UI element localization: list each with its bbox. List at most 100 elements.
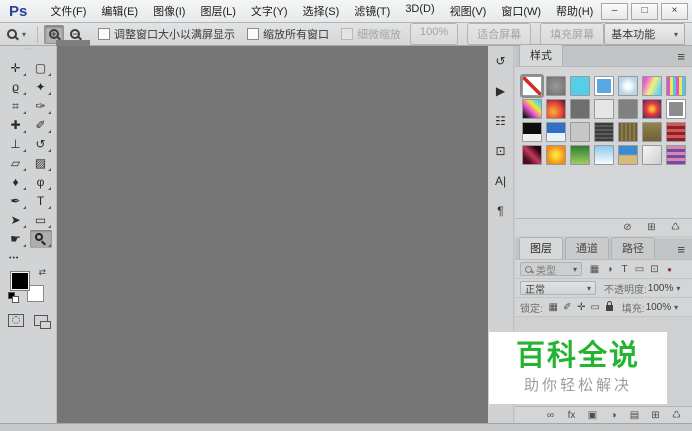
clear-style-button[interactable]: ⊘ (621, 221, 634, 235)
style-none[interactable] (520, 74, 544, 98)
style-swatch[interactable] (570, 76, 590, 96)
tab-paths[interactable]: 路径 (611, 237, 655, 259)
filter-type-layers-icon[interactable]: T (618, 262, 631, 276)
fill-screen-button[interactable]: 填充屏幕 (540, 23, 605, 45)
blur-tool[interactable]: ♦ (5, 173, 27, 191)
brush-tool[interactable]: ✐ (30, 116, 52, 134)
zoom-all-windows-checkbox[interactable]: 缩放所有窗口 (247, 26, 329, 42)
style-swatch[interactable] (618, 99, 638, 119)
lock-position-icon[interactable]: ✛ (575, 300, 588, 314)
new-group-icon[interactable]: ▤ (628, 409, 641, 423)
style-swatch[interactable] (546, 99, 566, 119)
style-swatch[interactable] (546, 76, 566, 96)
new-layer-icon[interactable]: ⊞ (649, 409, 662, 423)
maximize-button[interactable]: □ (631, 2, 658, 20)
delete-style-button[interactable]: ♺ (669, 221, 682, 235)
tab-channels[interactable]: 通道 (565, 237, 609, 259)
tool-preset-picker[interactable] (7, 29, 32, 39)
edit-toolbar-button[interactable]: ••• (9, 255, 56, 262)
style-swatch[interactable] (642, 99, 662, 119)
eyedropper-tool[interactable]: ✑ (30, 97, 52, 115)
panel-menu-icon[interactable]: ≡ (670, 49, 692, 66)
lasso-tool[interactable]: ϱ (5, 78, 27, 96)
type-tool[interactable]: T (30, 192, 52, 210)
menu-help[interactable]: 帮助(H) (549, 1, 600, 21)
character-panel-icon[interactable]: A| (491, 172, 511, 189)
style-swatch[interactable] (570, 99, 590, 119)
style-swatch[interactable] (594, 145, 614, 165)
style-swatch[interactable] (618, 145, 638, 165)
style-swatch[interactable] (594, 99, 614, 119)
clone-source-panel-icon[interactable]: ⊡ (491, 142, 511, 159)
adjustments-panel-icon[interactable]: ☷ (491, 112, 511, 129)
checkbox-box[interactable] (341, 28, 354, 40)
style-swatch[interactable] (594, 76, 614, 96)
menu-filter[interactable]: 滤镜(T) (347, 1, 397, 21)
lock-artboard-icon[interactable]: ▭ (589, 300, 602, 314)
lock-transparency-icon[interactable]: ▦ (547, 300, 560, 314)
link-layers-icon[interactable]: ∞ (544, 409, 557, 423)
zoom-tool[interactable] (29, 230, 52, 248)
background-color-swatch[interactable] (27, 285, 44, 302)
menu-view[interactable]: 视图(V) (443, 1, 494, 21)
menu-type[interactable]: 文字(Y) (244, 1, 295, 21)
tab-layers[interactable]: 图层 (519, 237, 563, 259)
zoom-100-button[interactable]: 100% (410, 23, 459, 45)
gradient-tool[interactable]: ▨ (30, 154, 52, 172)
style-swatch[interactable] (642, 76, 662, 96)
healing-brush-tool[interactable]: ✚ (5, 116, 27, 134)
foreground-color-swatch[interactable] (11, 272, 29, 290)
clone-stamp-tool[interactable]: ⊥ (5, 135, 27, 153)
filter-adjustment-layers-icon[interactable]: ◑ (603, 262, 616, 276)
history-brush-tool[interactable]: ↺ (30, 135, 52, 153)
swap-colors-icon[interactable]: ⇄ (38, 267, 46, 278)
style-swatch[interactable] (666, 99, 686, 119)
style-swatch[interactable] (642, 145, 662, 165)
lock-paint-icon[interactable]: ✐ (561, 300, 574, 314)
new-style-button[interactable]: ⊞ (645, 221, 658, 235)
filter-shape-layers-icon[interactable]: ▭ (633, 262, 646, 276)
filter-toggle-icon[interactable]: ● (663, 262, 676, 276)
canvas-area[interactable] (57, 46, 488, 424)
move-tool[interactable]: ✛ (5, 59, 27, 77)
fit-screen-button[interactable]: 适合屏幕 (467, 23, 532, 45)
adjustment-layer-icon[interactable]: ◑ (607, 409, 620, 423)
style-swatch[interactable] (666, 122, 686, 142)
style-swatch[interactable] (570, 122, 590, 142)
style-swatch[interactable] (522, 145, 542, 165)
checkbox-box[interactable] (98, 28, 111, 40)
style-swatch[interactable] (522, 99, 542, 119)
close-button[interactable]: × (661, 2, 688, 20)
style-swatch[interactable] (522, 122, 542, 142)
layer-filter-type-select[interactable]: 类型 (520, 262, 582, 277)
blend-mode-select[interactable]: 正常 (520, 281, 596, 296)
style-swatch[interactable] (546, 145, 566, 165)
menu-window[interactable]: 窗口(W) (494, 1, 548, 21)
panel-grip[interactable]: ¨¨ (0, 48, 56, 57)
filter-pixel-layers-icon[interactable]: ▦ (588, 262, 601, 276)
filter-smart-objects-icon[interactable]: ⊡ (648, 262, 661, 276)
opacity-control[interactable]: 不透明度: 100% (604, 281, 680, 296)
layer-effects-icon[interactable]: fx (565, 409, 578, 423)
style-swatch[interactable] (618, 122, 638, 142)
path-selection-tool[interactable]: ➤ (5, 211, 27, 229)
crop-tool[interactable]: ⌗ (5, 97, 27, 115)
screen-mode-icon[interactable] (34, 315, 51, 329)
dodge-tool[interactable]: φ (30, 173, 52, 191)
resize-windows-to-fit-checkbox[interactable]: 调整窗口大小以满屏显示 (98, 26, 235, 42)
style-swatch[interactable] (546, 122, 566, 142)
checkbox-box[interactable] (247, 28, 260, 40)
rectangular-marquee-tool[interactable]: ▢ (30, 59, 52, 77)
lock-all-icon[interactable] (603, 300, 616, 314)
panel-menu-icon[interactable]: ≡ (670, 242, 692, 259)
style-swatch[interactable] (594, 122, 614, 142)
history-panel-icon[interactable]: ↺ (491, 52, 511, 69)
scrubby-zoom-checkbox[interactable]: 细微缩放 (341, 26, 401, 42)
layer-mask-icon[interactable]: ▣ (586, 409, 599, 423)
default-colors-icon[interactable] (8, 292, 19, 303)
style-swatch[interactable] (618, 76, 638, 96)
style-swatch[interactable] (666, 76, 686, 96)
style-swatch[interactable] (570, 145, 590, 165)
menu-3d[interactable]: 3D(D) (398, 1, 441, 21)
style-swatch[interactable] (642, 122, 662, 142)
